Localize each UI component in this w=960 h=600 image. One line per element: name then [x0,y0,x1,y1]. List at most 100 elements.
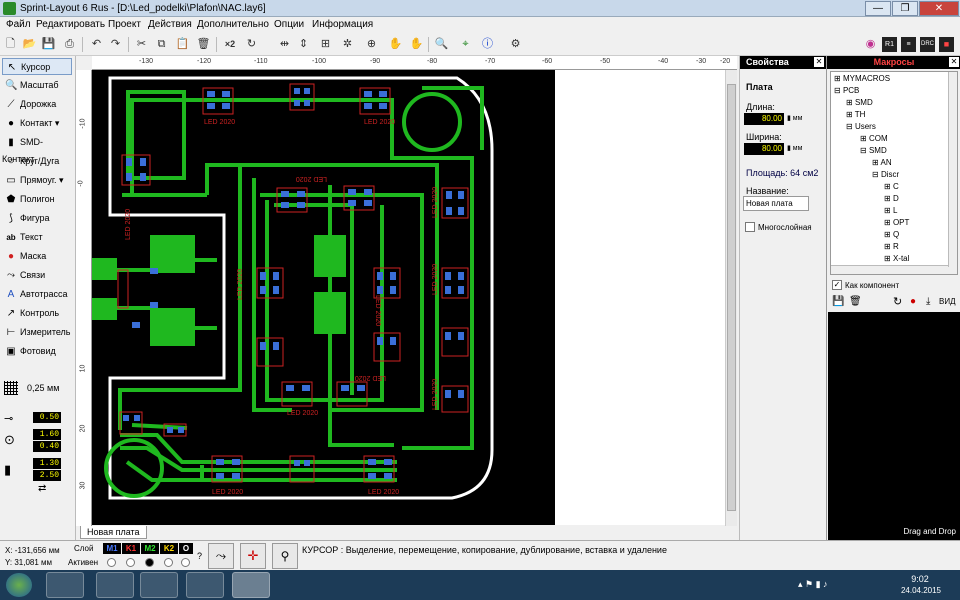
link-icon[interactable]: ⚲ [272,543,298,569]
layer-m1-radio[interactable] [107,558,116,567]
tree-node[interactable]: ⊞ OPT [884,218,909,227]
tool-tekst[interactable]: ab Текст [2,229,72,246]
r1-icon[interactable]: R1 [882,37,897,52]
pcb-canvas[interactable]: LED 2020 LED 2020 LED 2020 LED 2020 LED … [92,70,555,525]
layer-k1-radio[interactable] [126,558,135,567]
tool-kontakt[interactable]: ● Контакт ▾ [2,115,72,132]
width-field[interactable]: 80.00 [744,143,784,155]
tree-node[interactable]: ⊞ AN [872,158,892,167]
group-icon[interactable]: ⊕ [364,37,379,52]
menu-edit[interactable]: Редактировать [36,19,105,30]
align-icon[interactable]: ⊞ [318,37,333,52]
settings-gear-icon[interactable]: ⚙ [508,37,523,52]
record-icon[interactable]: ● [910,296,916,307]
cut-icon[interactable]: ✂ [134,37,149,52]
rotate-icon[interactable]: ↻ [893,295,902,308]
tray-icons[interactable]: ▴ ⚑ ▮ ♪ [798,579,828,590]
tool-smd[interactable]: ▮ SMD-Контакт [2,134,72,164]
route-mode-icon[interactable]: ⤳ [208,543,234,569]
delete-icon[interactable]: 🗑 [196,37,211,52]
tool-maska[interactable]: ● Маска [2,248,72,265]
taskbar-sprint-icon[interactable] [232,572,270,598]
tool-figura[interactable]: ⟆ Фигура [2,210,72,227]
layer-k2[interactable]: K2 [160,543,178,554]
tool-kursor[interactable]: ↖ Курсор [2,58,72,75]
taskbar-media-icon[interactable] [46,572,84,598]
mirror-v-icon[interactable]: ⇕ [296,37,311,52]
unlock-icon[interactable]: ✋ [409,37,424,52]
tree-node[interactable]: ⊟ PCB [834,86,859,95]
tree-node[interactable]: ⊞ R [884,242,899,251]
pad-inner-field[interactable]: 0.40 [33,441,61,452]
close-button[interactable]: ✕ [919,1,959,16]
tab-new-board[interactable]: Новая плата [80,526,147,539]
tree-node[interactable]: ⊟ SMD [860,146,887,155]
magnet-icon[interactable]: ✲ [340,37,355,52]
rotate-icon[interactable]: ↻ [244,37,259,52]
tool-svyazi[interactable]: ⤳ Связи [2,267,72,284]
scroll-thumb[interactable] [727,84,736,511]
length-field[interactable]: 80.00 [744,113,784,125]
vertical-scrollbar[interactable] [725,70,737,526]
menu-info[interactable]: Информация [312,19,373,30]
tool-fotovid[interactable]: ▣ Фотовид [2,343,72,360]
tool-pryamoug[interactable]: ▭ Прямоуг. ▾ [2,172,72,189]
duplicate-x2-button[interactable]: ×2 [221,37,239,52]
tool-dorozhka[interactable]: ⟋ Дорожка [2,96,72,113]
tree-node[interactable]: ⊞ C [884,182,899,191]
tool-masshtab[interactable]: 🔍 Масштаб [2,77,72,94]
grid-value[interactable]: 0,25 мм [27,383,59,393]
redo-icon[interactable]: ↷ [108,37,123,52]
save-icon[interactable]: 💾 [41,37,56,52]
tree-hscroll[interactable] [831,265,957,274]
tool-krug[interactable]: ○ Круг/Дуга [2,153,72,170]
smd-width-field[interactable]: 1.30 [33,458,61,469]
zoom-icon[interactable]: 🔍 [434,37,449,52]
layer-m2[interactable]: M2 [141,543,159,554]
tree-node[interactable]: ⊟ Discr [872,170,899,179]
tree-node[interactable]: ⊞ X-tal [884,254,909,263]
layer-o-radio[interactable] [181,558,190,567]
swap-icon[interactable]: ⇄ [38,483,46,494]
grid-icon[interactable] [4,381,18,395]
multilayer-checkbox[interactable] [745,222,755,232]
tree-node[interactable]: ⊟ Users [846,122,876,131]
taskbar-ie-icon[interactable] [96,572,134,598]
delete-icon[interactable]: 🗑 [849,296,862,307]
close-icon[interactable]: ✕ [949,57,959,67]
help-button[interactable]: ? [197,551,202,561]
tree-node[interactable]: ⊞ L [884,206,897,215]
tool-poligon[interactable]: ⬟ Полигон [2,191,72,208]
component-icon[interactable]: ◉ [863,37,878,52]
tool-kontrol[interactable]: ↗ Контроль [2,305,72,322]
layer-m2-radio[interactable] [145,558,154,567]
tree-vscroll[interactable] [948,72,957,267]
menu-actions[interactable]: Действия [148,19,192,30]
mirror-h-icon[interactable]: ⇹ [277,37,292,52]
pad-outer-field[interactable]: 1.60 [33,429,61,440]
undo-icon[interactable]: ↶ [89,37,104,52]
layer-o[interactable]: O [179,543,193,554]
track-width-field[interactable]: 0.50 [33,412,61,423]
info-icon[interactable]: ⓘ [480,37,495,52]
tree-node[interactable]: ⊞ D [884,194,899,203]
menu-project[interactable]: Проект [108,19,141,30]
new-file-icon[interactable]: 🗋 [3,37,18,52]
paste-icon[interactable]: 📋 [175,37,190,52]
taskbar-chrome-icon[interactable] [186,572,224,598]
menu-options[interactable]: Опции [274,19,304,30]
maximize-button[interactable]: ❐ [892,1,918,16]
start-button[interactable] [6,573,32,597]
tree-node[interactable]: ⊞ Q [884,230,899,239]
tool-avtotrassa[interactable]: A Автотрасса [2,286,72,303]
download-icon[interactable]: ⤓ [926,296,930,307]
as-component-checkbox[interactable]: ✓ [832,280,842,290]
view-button[interactable]: ВИД [939,297,956,306]
save-icon[interactable]: 💾 [832,296,844,307]
open-folder-icon[interactable]: 📂 [22,37,37,52]
drc-icon[interactable]: DRC [920,37,935,52]
marker-icon[interactable]: ■ [939,37,954,52]
tree-node[interactable]: ⊞ SMD [846,98,873,107]
taskbar-explorer-icon[interactable] [140,572,178,598]
tree-node[interactable]: ⊞ TH [846,110,865,119]
